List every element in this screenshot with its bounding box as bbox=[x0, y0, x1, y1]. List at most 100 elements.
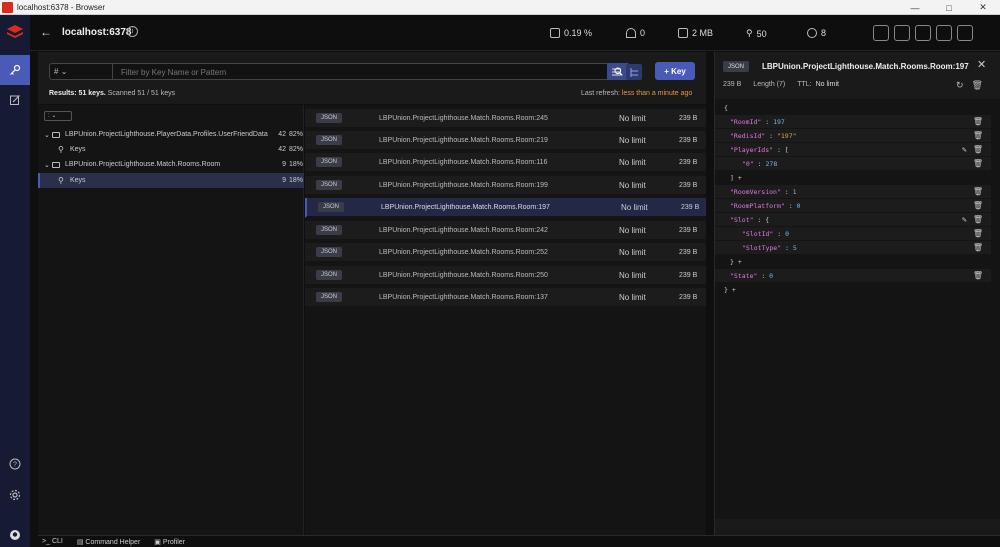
tree-view-button[interactable] bbox=[626, 64, 642, 80]
delete-icon[interactable]: 🗑 bbox=[973, 159, 983, 168]
left-navigation: ? bbox=[0, 15, 30, 547]
table-row[interactable]: JSON LBPUnion.ProjectLighthouse.Match.Roo… bbox=[305, 153, 706, 173]
json-line[interactable]: "SlotType" : 5 🗑 bbox=[715, 241, 991, 254]
back-arrow-icon[interactable]: ← bbox=[40, 25, 52, 39]
tree-node-count: 9 bbox=[282, 161, 286, 168]
add-element-icon[interactable]: + bbox=[738, 174, 742, 182]
tree-folder-room[interactable]: ⌄ LBPUnion.ProjectLighthouse.Match.Rooms… bbox=[38, 157, 304, 172]
github-icon bbox=[10, 530, 20, 540]
search-input[interactable]: Filter by Key Name or Pattern bbox=[112, 63, 608, 80]
json-key: "Slot" bbox=[730, 215, 754, 224]
edit-icon[interactable]: ✎ bbox=[962, 145, 967, 154]
help-nav-button[interactable]: ? bbox=[0, 449, 30, 479]
json-value[interactable]: 278 bbox=[766, 160, 778, 168]
json-module-icon[interactable] bbox=[894, 25, 910, 41]
json-key: "0" bbox=[742, 159, 754, 168]
results-summary: Results: 51 keys. Scanned 51 / 51 keys bbox=[49, 90, 175, 97]
json-value[interactable]: 0 bbox=[769, 272, 773, 280]
delete-key-icon[interactable]: 🗑 bbox=[972, 80, 983, 91]
json-value[interactable]: 197 bbox=[773, 118, 785, 126]
browser-nav-button[interactable] bbox=[0, 55, 30, 85]
delete-icon[interactable]: 🗑 bbox=[973, 271, 983, 280]
json-key: "RedisId" bbox=[730, 131, 766, 140]
key-name: LBPUnion.ProjectLighthouse.Match.Rooms.R… bbox=[379, 271, 548, 279]
table-row[interactable]: JSON LBPUnion.ProjectLighthouse.Match.Roo… bbox=[305, 243, 706, 263]
json-line[interactable]: "RoomVersion" : 1 🗑 bbox=[715, 185, 991, 198]
cpu-icon bbox=[550, 28, 560, 38]
type-badge: JSON bbox=[316, 225, 342, 235]
timeseries-module-icon[interactable] bbox=[936, 25, 952, 41]
key-size: 239 B bbox=[679, 181, 698, 189]
tree-folder-userfrienddata[interactable]: ⌄ LBPUnion.ProjectLighthouse.PlayerData.… bbox=[38, 127, 304, 142]
delete-icon[interactable]: 🗑 bbox=[973, 201, 983, 210]
json-value[interactable]: 5 bbox=[793, 244, 797, 252]
table-row[interactable]: JSON LBPUnion.ProjectLighthouse.Match.Roo… bbox=[305, 109, 706, 129]
maximize-icon[interactable]: □ bbox=[932, 0, 966, 15]
tree-node-count: 42 bbox=[278, 146, 286, 153]
json-line: { bbox=[715, 101, 991, 114]
close-window-icon[interactable]: ✕ bbox=[966, 0, 1000, 15]
profiler-button[interactable]: ▣ Profiler bbox=[154, 538, 185, 546]
key-icon: ⚲ bbox=[58, 176, 64, 185]
cpu-value: 0.19 % bbox=[564, 28, 593, 38]
add-field-icon[interactable]: + bbox=[738, 258, 742, 266]
delete-icon[interactable]: 🗑 bbox=[973, 131, 983, 140]
refresh-value: less than a minute ago bbox=[621, 90, 693, 97]
list-view-button[interactable] bbox=[608, 64, 624, 80]
workbench-nav-button[interactable] bbox=[0, 85, 30, 115]
delete-icon[interactable]: 🗑 bbox=[973, 187, 983, 196]
delete-icon[interactable]: 🗑 bbox=[973, 145, 983, 154]
json-line[interactable]: "RedisId" : "197" 🗑 bbox=[715, 129, 991, 142]
key-type-select[interactable]: # ⌄ bbox=[49, 63, 113, 80]
json-value[interactable]: 1 bbox=[793, 188, 797, 196]
search-module-icon[interactable] bbox=[873, 25, 889, 41]
type-badge: JSON bbox=[723, 61, 749, 72]
json-line: } + bbox=[715, 283, 991, 296]
table-row[interactable]: JSON LBPUnion.ProjectLighthouse.Match.Roo… bbox=[305, 266, 706, 286]
json-value[interactable]: "197" bbox=[777, 132, 797, 140]
bloom-module-icon[interactable] bbox=[957, 25, 973, 41]
json-line[interactable]: "PlayerIds" : [✎ 🗑 bbox=[715, 143, 991, 156]
graph-module-icon[interactable] bbox=[915, 25, 931, 41]
profiler-icon: ▣ bbox=[154, 538, 161, 546]
table-row-selected[interactable]: JSON LBPUnion.ProjectLighthouse.Match.Roo… bbox=[305, 198, 706, 218]
edit-icon bbox=[10, 95, 20, 105]
delete-icon[interactable]: 🗑 bbox=[973, 229, 983, 238]
json-line[interactable]: "0" : 278 🗑 bbox=[715, 157, 991, 170]
close-icon[interactable]: ✕ bbox=[977, 58, 986, 71]
add-key-button[interactable]: + Key bbox=[655, 62, 695, 80]
json-value[interactable]: 0 bbox=[785, 230, 789, 238]
table-row[interactable]: JSON LBPUnion.ProjectLighthouse.Match.Roo… bbox=[305, 131, 706, 151]
json-value[interactable]: 0 bbox=[797, 202, 801, 210]
refresh-icon[interactable]: ↻ bbox=[956, 80, 964, 91]
minimize-icon[interactable]: — bbox=[898, 0, 932, 15]
settings-nav-button[interactable] bbox=[0, 480, 30, 510]
json-line[interactable]: "State" : 0 🗑 bbox=[715, 269, 991, 282]
tree-keys-room[interactable]: ⚲ Keys 9 18% bbox=[38, 173, 304, 188]
last-refresh: Last refresh: less than a minute ago↻ bbox=[581, 88, 732, 98]
delete-icon[interactable]: 🗑 bbox=[973, 215, 983, 224]
table-row[interactable]: JSON LBPUnion.ProjectLighthouse.Match.Roo… bbox=[305, 221, 706, 241]
json-line[interactable]: "RoomId" : 197 🗑 bbox=[715, 115, 991, 128]
list-icon bbox=[611, 68, 621, 76]
json-line[interactable]: "SlotId" : 0 🗑 bbox=[715, 227, 991, 240]
delete-icon[interactable]: 🗑 bbox=[973, 117, 983, 126]
svg-text:?: ? bbox=[13, 462, 17, 469]
table-row[interactable]: JSON LBPUnion.ProjectLighthouse.Match.Roo… bbox=[305, 288, 706, 308]
key-ttl: No limit bbox=[619, 270, 646, 280]
json-line[interactable]: "Slot" : {✎ 🗑 bbox=[715, 213, 991, 226]
delete-icon[interactable]: 🗑 bbox=[973, 243, 983, 252]
tree-keys-userfrienddata[interactable]: ⚲ Keys 42 82% bbox=[38, 142, 304, 157]
cli-button[interactable]: >_ CLI bbox=[42, 538, 63, 545]
delimiter-select[interactable]: : ⌄ bbox=[44, 111, 72, 121]
ttl-value[interactable]: No limit bbox=[816, 81, 839, 88]
add-field-icon[interactable]: + bbox=[732, 286, 736, 294]
table-row[interactable]: JSON LBPUnion.ProjectLighthouse.Match.Roo… bbox=[305, 176, 706, 196]
json-key: "PlayerIds" bbox=[730, 145, 774, 154]
json-line[interactable]: "RoomPlatform" : 0 🗑 bbox=[715, 199, 991, 212]
edit-icon[interactable]: ✎ bbox=[962, 215, 967, 224]
command-helper-button[interactable]: ▤ Command Helper bbox=[77, 538, 140, 546]
info-icon[interactable]: i bbox=[127, 26, 138, 37]
detail-key-name[interactable]: LBPUnion.ProjectLighthouse.Match.Rooms.R… bbox=[762, 62, 969, 71]
github-nav-button[interactable] bbox=[0, 520, 30, 547]
